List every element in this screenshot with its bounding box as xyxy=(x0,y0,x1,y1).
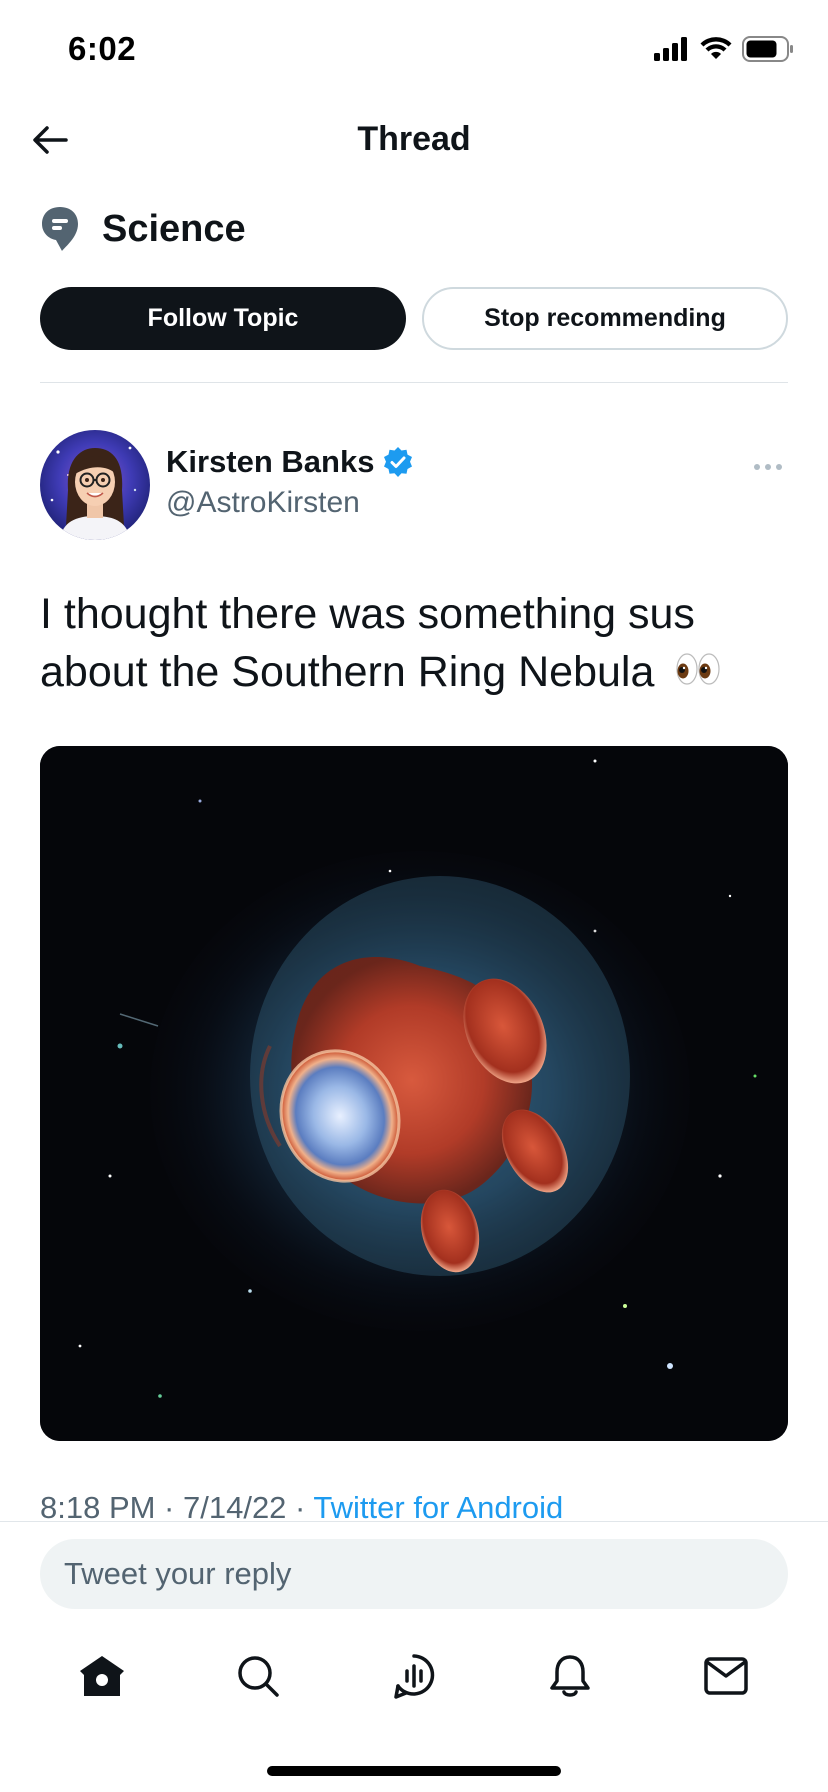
author-handle: @AstroKirsten xyxy=(166,486,360,519)
notifications-icon xyxy=(550,1655,590,1697)
tweet-source-link[interactable]: Twitter for Android xyxy=(313,1490,563,1525)
tab-search[interactable] xyxy=(226,1644,290,1708)
avatar[interactable] xyxy=(40,430,150,540)
status-time: 6:02 xyxy=(68,30,137,67)
nebula-image xyxy=(40,746,788,1441)
home-icon xyxy=(80,1656,124,1696)
topic-actions: Follow Topic Stop recommending xyxy=(40,287,788,350)
home-indicator xyxy=(267,1766,561,1776)
page-title: Thread xyxy=(357,120,471,158)
reply-bar xyxy=(0,1521,828,1617)
avatar-image xyxy=(40,430,150,540)
follow-topic-button[interactable]: Follow Topic xyxy=(40,287,406,350)
topic-header: Science xyxy=(40,205,246,253)
thread-header: Thread xyxy=(0,100,828,180)
reply-input[interactable] xyxy=(40,1539,788,1609)
author-name-row: Kirsten Banks xyxy=(166,444,414,480)
more-icon xyxy=(754,464,782,470)
author-name: Kirsten Banks xyxy=(166,444,375,479)
more-options-button[interactable] xyxy=(748,452,788,482)
topic-name: Science xyxy=(102,207,246,250)
verified-badge-icon xyxy=(384,447,413,477)
eyes-emoji-icon xyxy=(674,646,722,704)
status-icons xyxy=(654,36,794,62)
thread-screen: 6:02 Thread Science Follow Topic Stop re… xyxy=(0,0,828,1792)
stop-recommending-button[interactable]: Stop recommending xyxy=(422,287,788,350)
tweet-text: I thought there was something sus about … xyxy=(40,585,788,704)
topic-icon xyxy=(42,207,78,251)
divider xyxy=(40,382,788,383)
wifi-icon xyxy=(700,37,732,59)
tweet-body: I thought there was something sus about … xyxy=(40,590,695,696)
spaces-icon xyxy=(394,1654,435,1699)
tab-messages[interactable] xyxy=(694,1644,758,1708)
tweet-author[interactable]: Kirsten Banks @AstroKirsten xyxy=(166,444,414,520)
tweet-image[interactable] xyxy=(40,746,788,1441)
tab-home[interactable] xyxy=(70,1644,134,1708)
status-bar: 6:02 xyxy=(0,0,828,100)
tab-notifications[interactable] xyxy=(538,1644,602,1708)
search-icon xyxy=(238,1656,279,1697)
messages-icon xyxy=(704,1657,748,1695)
tweet-timestamp: 8:18 PM · 7/14/22 · xyxy=(40,1490,314,1525)
battery-icon xyxy=(742,36,793,62)
bottom-tab-bar xyxy=(0,1640,828,1712)
tab-spaces[interactable] xyxy=(382,1644,446,1708)
signal-icon xyxy=(654,37,687,61)
